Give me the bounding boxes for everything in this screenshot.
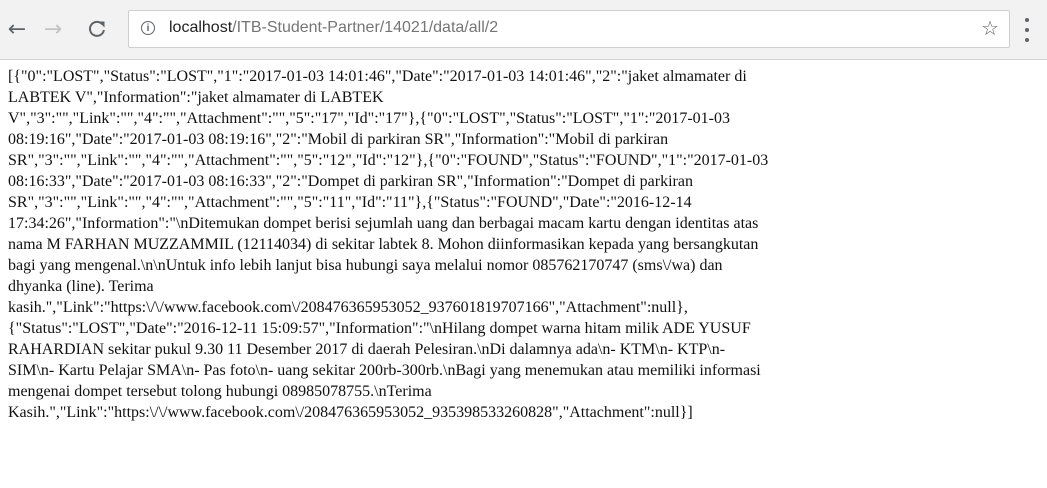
- star-icon[interactable]: ☆: [981, 16, 999, 40]
- response-line: SIM\n- Kartu Pelajar SMA\n- Pas foto\n- …: [8, 362, 761, 379]
- url-text[interactable]: localhost/ITB-Student-Partner/14021/data…: [169, 19, 498, 37]
- forward-arrow-icon[interactable]: →: [40, 16, 66, 42]
- response-line: RAHARDIAN sekitar pukul 9.30 11 Desember…: [8, 341, 726, 358]
- response-line: [{"0":"LOST","Status":"LOST","1":"2017-0…: [8, 68, 747, 85]
- json-response-text: [{"0":"LOST","Status":"LOST","1":"2017-0…: [8, 66, 1040, 423]
- response-line: 08:19:16","Date":"2017-01-03 08:19:16","…: [8, 131, 669, 148]
- response-line: mengenai dompet tersebut tolong hubungi …: [8, 383, 432, 400]
- address-bar[interactable]: i localhost/ITB-Student-Partner/14021/da…: [128, 10, 1010, 48]
- response-line: bagi yang mengenal.\n\nUntuk info lebih …: [8, 257, 723, 274]
- url-path: /ITB-Student-Partner/14021/data/all/2: [232, 19, 499, 36]
- response-line: kasih.","Link":"https:\/\/www.facebook.c…: [8, 299, 688, 316]
- browser-toolbar: ← → i localhost/ITB-Student-Partner/1402…: [0, 0, 1047, 60]
- reload-icon[interactable]: [84, 16, 110, 42]
- response-line: 17:34:26","Information":"\nDitemukan dom…: [8, 215, 759, 232]
- response-line: LABTEK V","Information":"jaket almamater…: [8, 89, 384, 106]
- info-icon[interactable]: i: [141, 21, 155, 35]
- response-line: Kasih.","Link":"https:\/\/www.facebook.c…: [8, 404, 693, 421]
- response-line: V","3":"","Link":"","4":"","Attachment":…: [8, 110, 731, 127]
- response-line: dhyanka (line). Terima: [8, 278, 154, 295]
- response-line: {"Status":"LOST","Date":"2016-12-11 15:0…: [8, 320, 751, 337]
- response-line: nama M FARHAN MUZZAMMIL (12114034) di se…: [8, 236, 759, 253]
- response-line: SR","3":"","Link":"","4":"","Attachment"…: [8, 194, 692, 211]
- kebab-menu-icon[interactable]: [1024, 18, 1030, 42]
- url-host: localhost: [169, 19, 233, 36]
- response-line: SR","3":"","Link":"","4":"","Attachment"…: [8, 152, 769, 169]
- back-arrow-icon[interactable]: ←: [4, 16, 30, 42]
- response-line: 08:16:33","Date":"2017-01-03 08:16:33","…: [8, 173, 693, 190]
